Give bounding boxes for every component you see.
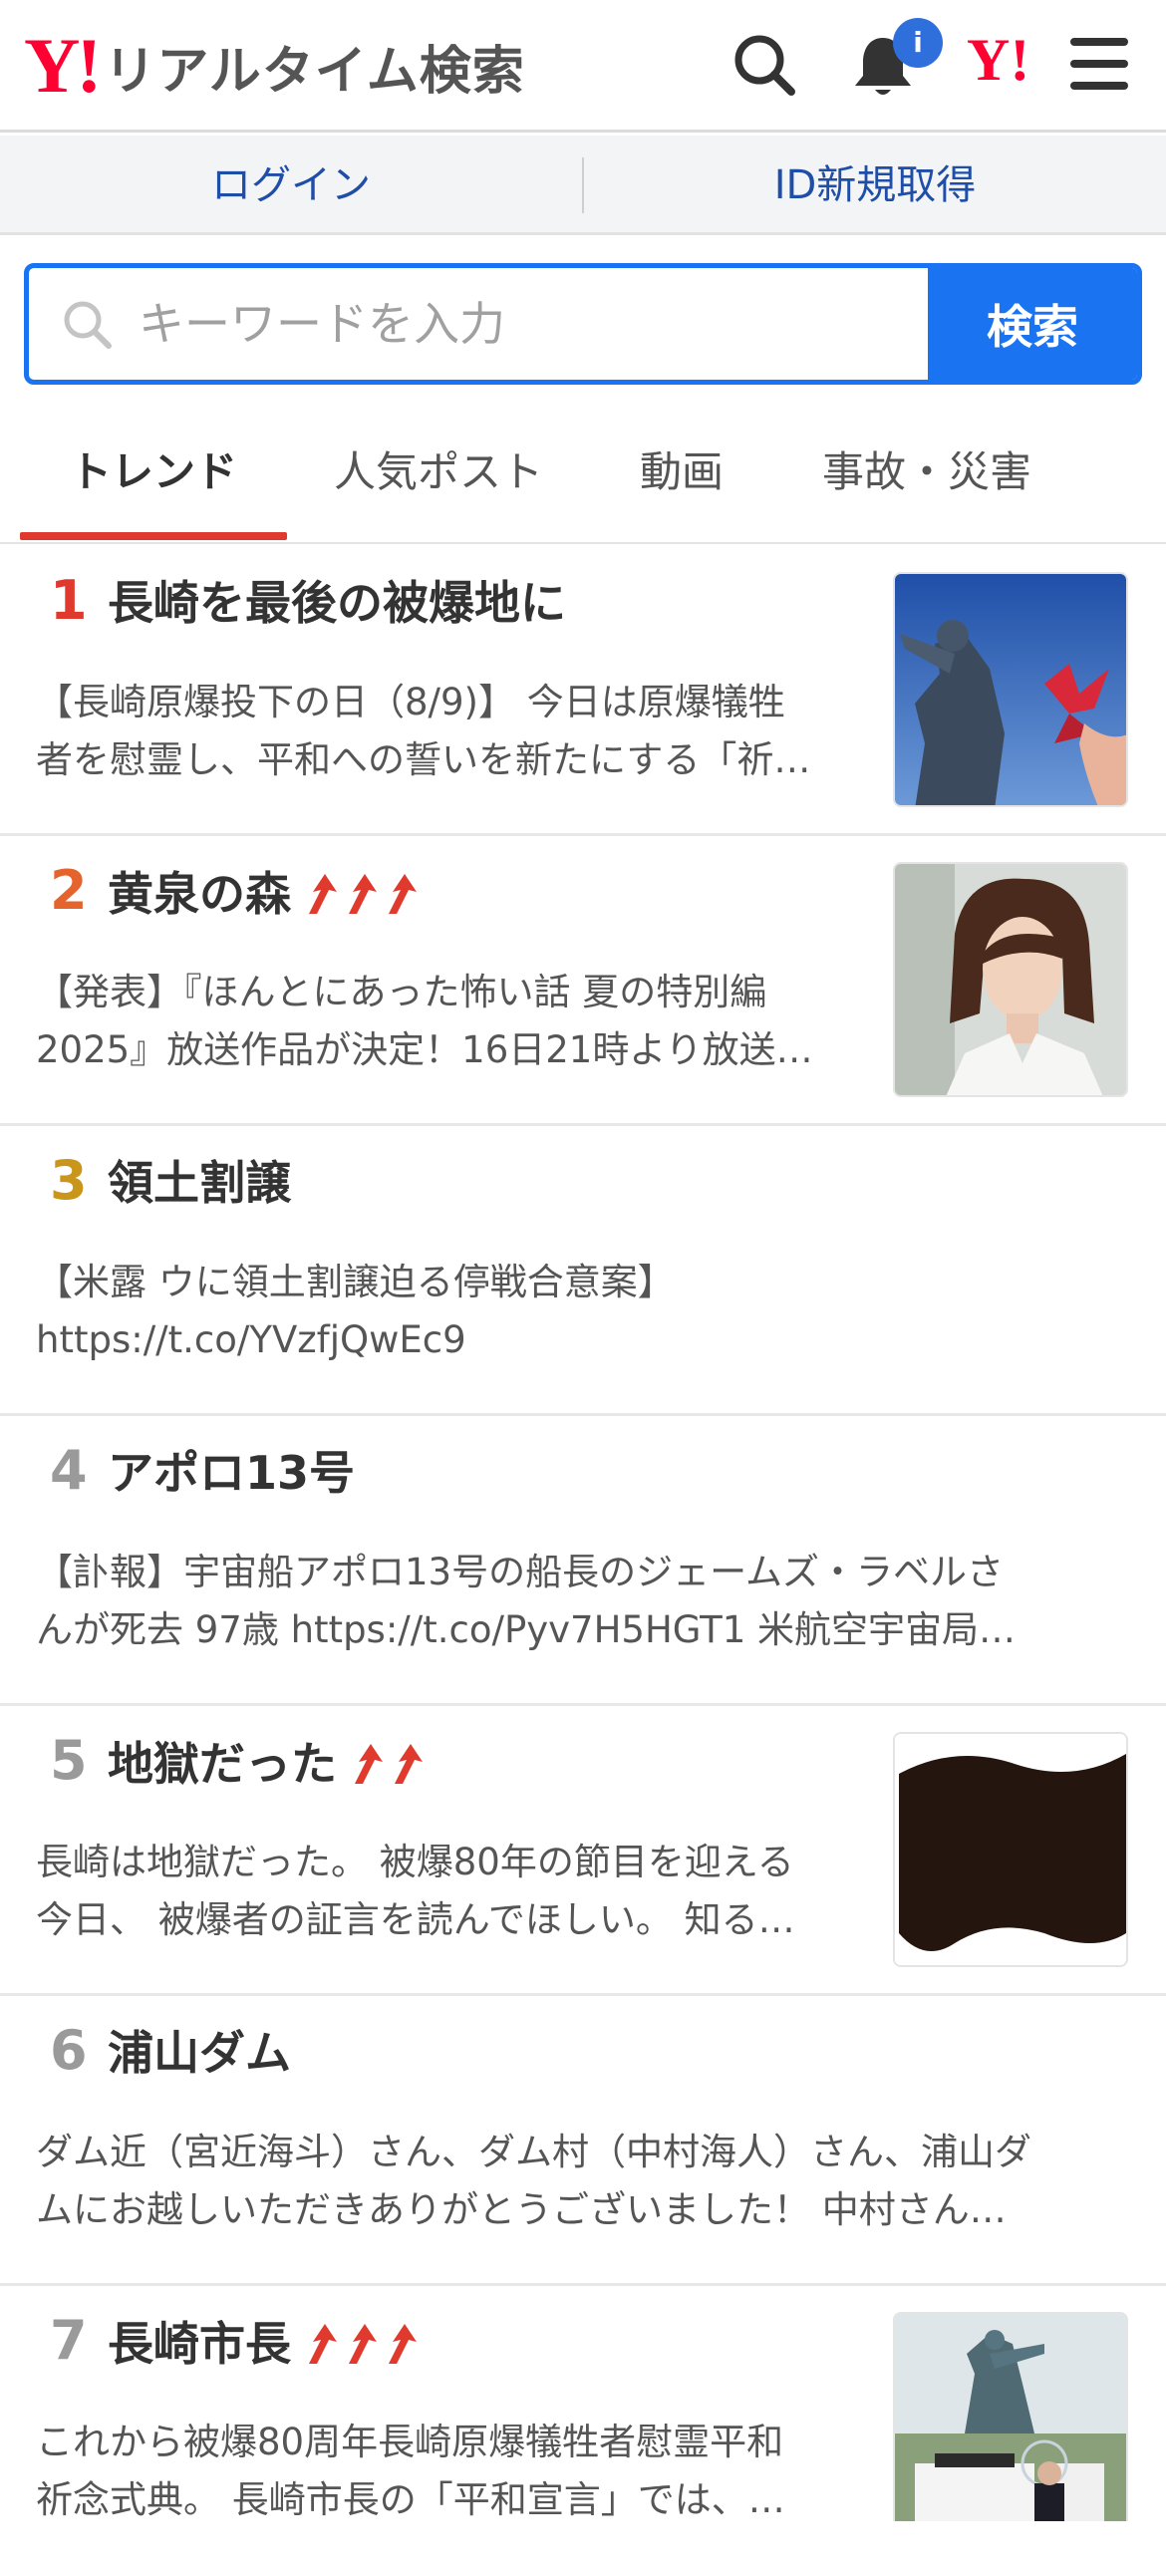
trend-rank: 6	[50, 2019, 88, 2082]
trend-title[interactable]: 黄泉の森	[108, 870, 429, 925]
trend-description-line: 今日、 被爆者の証言を読んでほしい。 知る…	[36, 1898, 795, 1941]
trend-item[interactable]: 6 浦山ダム ダム近（宮近海斗）さん、ダム村（中村海人）さん、浦山ダ ムにお越し…	[0, 1996, 1166, 2286]
app-header: Y! リアルタイム検索 i Y!	[0, 0, 1166, 133]
trend-description-line: ダム近（宮近海斗）さん、ダム村（中村海人）さん、浦山ダ	[36, 2131, 1031, 2173]
trend-item[interactable]: 2 黄泉の森 【発表】『ほんとにあった怖い話 夏の特別編 2025』放送作品が決…	[0, 836, 1166, 1126]
rising-arrows-icon	[305, 870, 429, 925]
trend-title[interactable]: 地獄だった	[108, 1740, 435, 1795]
trend-description: 長崎は地獄だった。 被爆80年の節目を迎える 今日、 被爆者の証言を読んでほしい…	[36, 1834, 873, 1949]
trend-item[interactable]: 7 長崎市長 これから被爆80周年長崎原爆犠牲者慰霊平和 祈念式典。 長崎市長の…	[0, 2286, 1166, 2576]
tab-accidents-disasters[interactable]: 事故・災害	[787, 401, 1066, 544]
trend-title[interactable]: 領土割譲	[108, 1160, 291, 1206]
category-tabs: トレンド 人気ポスト 動画 事故・災害	[0, 401, 1166, 544]
login-bar: ログイン ID新規取得	[0, 136, 1166, 235]
trend-description-line: 【米露 ウに領土割譲迫る停戦合意案】	[36, 1261, 675, 1303]
trend-description: 【発表】『ほんとにあった怖い話 夏の特別編 2025』放送作品が決定！16日21…	[36, 964, 873, 1079]
trend-title-text: 浦山ダム	[108, 2026, 291, 2080]
trend-description: 【長崎原爆投下の日（8/9)】 今日は原爆犠牲 者を慰霊し、平和への誓いを新たに…	[36, 674, 873, 789]
search-field-icon	[59, 296, 115, 356]
trend-description: これから被爆80周年長崎原爆犠牲者慰霊平和 祈念式典。 長崎市長の「平和宣言」で…	[36, 2414, 873, 2529]
register-link[interactable]: ID新規取得	[584, 136, 1166, 235]
trend-description-line: んが死去 97歳 https://t.co/Pyv7H5HGT1 米航空宇宙局…	[36, 1608, 1017, 1651]
trend-title-text: 地獄だった	[108, 1737, 337, 1791]
trend-description-line: 【訃報】宇宙船アポロ13号の船長のジェームズ・ラベルさ	[36, 1551, 1004, 1593]
trend-title-text: 長崎市長	[108, 2317, 291, 2371]
trend-rank: 7	[50, 2309, 88, 2372]
search-icon[interactable]	[729, 30, 799, 104]
trend-thumbnail[interactable]	[893, 862, 1128, 1097]
trend-rank: 2	[50, 859, 88, 922]
trend-thumbnail[interactable]	[893, 572, 1128, 807]
trend-title[interactable]: アポロ13号	[108, 1450, 355, 1496]
trend-description-line: 者を慰霊し、平和への誓いを新たにする「祈…	[36, 738, 811, 781]
trend-description-line[interactable]: https://t.co/YVzfjQwEc9	[36, 1311, 1132, 1369]
active-tab-indicator	[20, 532, 287, 540]
trend-description-line: これから被爆80周年長崎原爆犠牲者慰霊平和	[36, 2421, 784, 2463]
search-button[interactable]: 検索	[928, 268, 1137, 380]
trend-title[interactable]: 長崎を最後の被爆地に	[108, 580, 566, 626]
tab-videos[interactable]: 動画	[598, 401, 765, 544]
search-input[interactable]	[139, 268, 936, 380]
trend-title-text: 領土割譲	[108, 1156, 291, 1210]
login-link[interactable]: ログイン	[0, 136, 582, 235]
yahoo-japan-icon[interactable]: Y!	[967, 30, 1029, 90]
trend-item[interactable]: 5 地獄だった 長崎は地獄だった。 被爆80年の節目を迎える 今日、 被爆者の証…	[0, 1706, 1166, 1996]
trend-rank: 1	[50, 569, 88, 632]
trend-item[interactable]: 1 長崎を最後の被爆地に 【長崎原爆投下の日（8/9)】 今日は原爆犠牲 者を慰…	[0, 546, 1166, 836]
trend-title-text: 黄泉の森	[108, 867, 291, 921]
trend-title[interactable]: 浦山ダム	[108, 2030, 291, 2076]
logo-text: リアルタイム検索	[104, 41, 525, 102]
trend-description: ダム近（宮近海斗）さん、ダム村（中村海人）さん、浦山ダ ムにお越しいただきありが…	[36, 2124, 1132, 2239]
trend-description: 【米露 ウに領土割譲迫る停戦合意案】 https://t.co/YVzfjQwE…	[36, 1254, 1132, 1369]
trend-description-line: 祈念式典。 長崎市長の「平和宣言」では、…	[36, 2478, 785, 2521]
trend-description: 【訃報】宇宙船アポロ13号の船長のジェームズ・ラベルさ んが死去 97歳 htt…	[36, 1544, 1132, 1659]
trend-description-line: 長崎は地獄だった。 被爆80年の節目を迎える	[36, 1841, 794, 1883]
tab-popular-posts[interactable]: 人気ポスト	[299, 401, 578, 544]
trend-title-text: 長崎を最後の被爆地に	[108, 576, 566, 630]
trend-item[interactable]: 3 領土割譲 【米露 ウに領土割譲迫る停戦合意案】 https://t.co/Y…	[0, 1126, 1166, 1416]
trend-title[interactable]: 長崎市長	[108, 2320, 429, 2375]
trend-description-line: 【長崎原爆投下の日（8/9)】 今日は原爆犠牲	[36, 681, 785, 723]
notification-badge[interactable]: i	[893, 18, 943, 68]
trend-title-text: アポロ13号	[108, 1446, 356, 1500]
tab-trend[interactable]: トレンド	[20, 401, 287, 544]
yahoo-realtime-logo[interactable]: Y! リアルタイム検索	[24, 26, 525, 106]
rising-arrows-icon	[305, 2320, 429, 2375]
trend-rank: 5	[50, 1729, 88, 1792]
trend-item[interactable]: 4 アポロ13号 【訃報】宇宙船アポロ13号の船長のジェームズ・ラベルさ んが死…	[0, 1416, 1166, 1706]
trend-description-line: 【発表】『ほんとにあった怖い話 夏の特別編	[36, 971, 767, 1013]
search-box: 検索	[24, 263, 1142, 385]
trend-thumbnail[interactable]	[893, 2312, 1128, 2521]
logo-mark: Y!	[24, 22, 102, 109]
trend-description-line: ムにお越しいただきありがとうございました！ 中村さん…	[36, 2188, 1007, 2231]
trend-description-line: 2025』放送作品が決定！16日21時より放送…	[36, 1028, 813, 1071]
rising-arrows-icon	[351, 1740, 435, 1795]
trend-list: 1 長崎を最後の被爆地に 【長崎原爆投下の日（8/9)】 今日は原爆犠牲 者を慰…	[0, 546, 1166, 2576]
trend-rank: 4	[50, 1439, 88, 1502]
trend-rank: 3	[50, 1149, 88, 1212]
hamburger-menu-icon[interactable]	[1068, 36, 1130, 96]
trend-thumbnail[interactable]	[893, 1732, 1128, 1967]
